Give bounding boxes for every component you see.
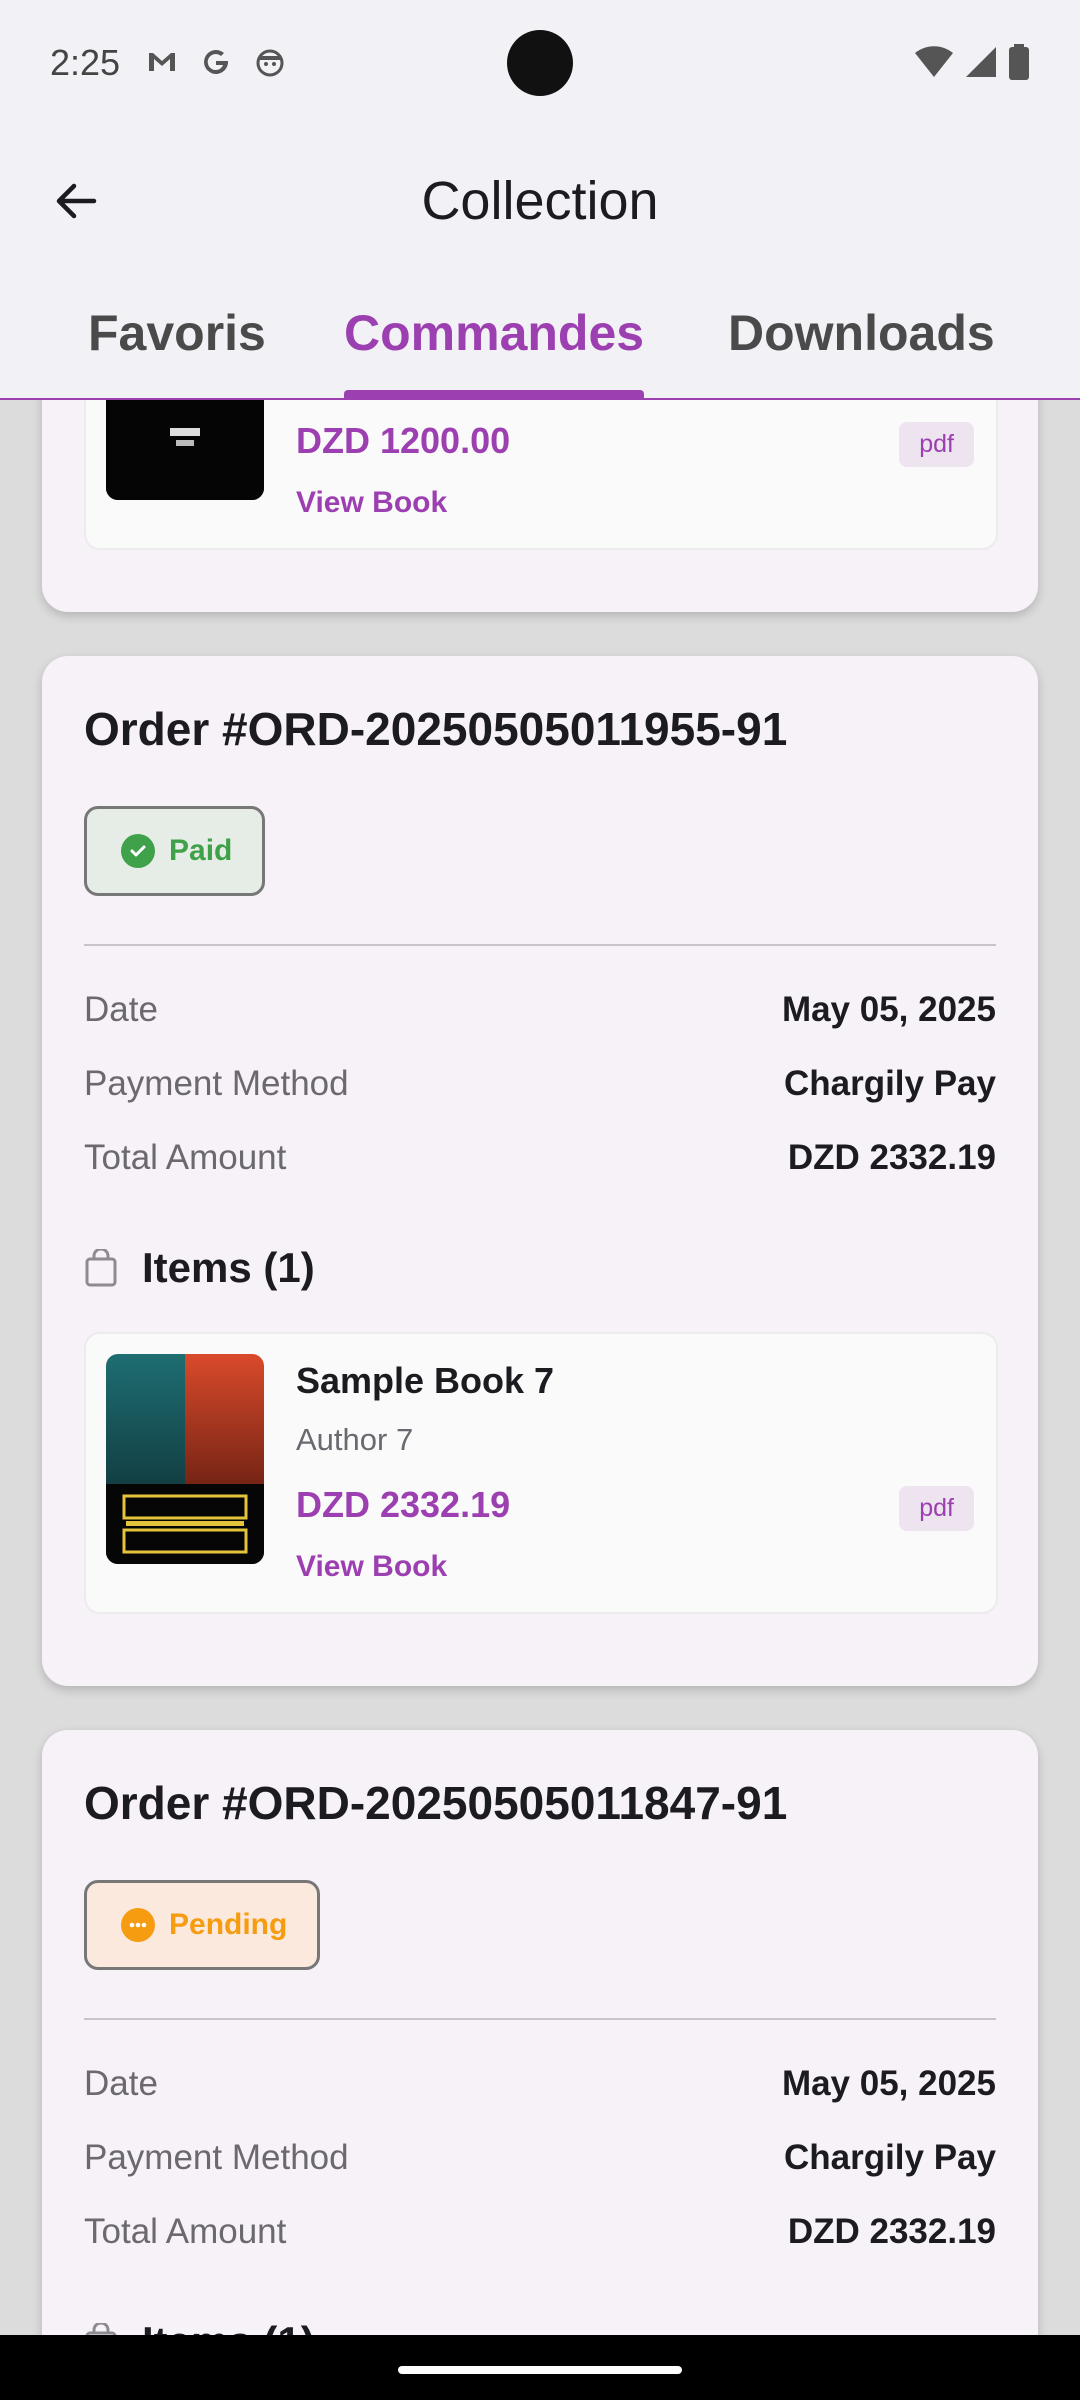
total-amount-value: DZD 2332.19	[787, 1138, 996, 1177]
order-card: Order #ORD-20250505011955-91 Paid Date M…	[42, 656, 1038, 1686]
book-cover-image	[106, 400, 264, 500]
google-icon	[204, 49, 228, 74]
payment-method-label: Payment Method	[84, 2138, 349, 2177]
status-badge: Pending	[84, 1880, 321, 1970]
order-card: Order #ORD-20250505011847-91 Pending Dat…	[42, 1730, 1038, 2335]
status-label: Paid	[169, 834, 233, 867]
signal-icon	[966, 47, 996, 77]
date-value: May 05, 2025	[781, 990, 996, 1029]
divider	[84, 2018, 996, 2020]
gmail-icon	[149, 53, 175, 71]
items-header: Items (1)	[84, 2318, 315, 2335]
divider	[84, 944, 996, 946]
tab-favoris[interactable]: Favoris	[88, 304, 266, 362]
payment-method-label: Payment Method	[84, 1064, 349, 1103]
view-book-link[interactable]: View Book	[296, 486, 447, 520]
shopping-bag-icon	[85, 1249, 117, 1287]
date-value: May 05, 2025	[781, 2064, 996, 2103]
order-card: DZD 1200.00 View Book pdf	[42, 400, 1038, 612]
page-title: Collection	[421, 171, 659, 231]
view-book-link[interactable]: View Book	[296, 1550, 447, 1584]
tab-commandes[interactable]: Commandes	[344, 304, 644, 362]
book-title: Sample Book 7	[296, 1360, 555, 1401]
book-author: Author 7	[296, 1422, 414, 1457]
system-icons	[914, 44, 1030, 80]
order-title: Order #ORD-20250505011847-91	[84, 1777, 788, 1829]
tab-indicator	[344, 390, 644, 398]
orders-list[interactable]: DZD 1200.00 View Book pdf Order #ORD-202…	[0, 400, 1080, 2335]
items-header: Items (1)	[84, 1244, 315, 1292]
total-amount-value: DZD 2332.19	[787, 2212, 996, 2251]
book-cover-image	[106, 1354, 264, 1564]
status-bar: 2:25	[0, 0, 1080, 130]
status-time: 2:25	[50, 42, 121, 83]
app-bar: Collection	[0, 130, 1080, 270]
total-amount-label: Total Amount	[84, 2212, 287, 2251]
date-label: Date	[84, 2064, 158, 2103]
android-face-icon	[256, 49, 284, 77]
payment-method-value: Chargily Pay	[783, 2138, 996, 2177]
order-title: Order #ORD-20250505011955-91	[84, 703, 788, 755]
book-price: DZD 2332.19	[296, 1484, 511, 1525]
book-cover[interactable]	[106, 400, 264, 500]
book-cover[interactable]	[106, 1354, 264, 1564]
tab-bar: Favoris Commandes Downloads	[0, 270, 1080, 400]
order-item[interactable]: DZD 1200.00 View Book pdf	[84, 400, 998, 550]
tab-downloads[interactable]: Downloads	[728, 304, 995, 362]
payment-method-value: Chargily Pay	[783, 1064, 996, 1103]
total-amount-label: Total Amount	[84, 1138, 287, 1177]
home-gesture-handle[interactable]	[398, 2366, 682, 2374]
camera-cutout	[507, 30, 573, 96]
status-label: Pending	[169, 1908, 288, 1941]
shopping-bag-icon	[85, 2323, 117, 2335]
items-count-label: Items (1)	[142, 2318, 315, 2335]
notification-icons	[146, 46, 286, 78]
format-badge: pdf	[899, 422, 974, 467]
format-badge: pdf	[899, 1486, 974, 1531]
book-price: DZD 1200.00	[296, 420, 511, 461]
date-label: Date	[84, 990, 158, 1029]
order-item[interactable]: Sample Book 7 Author 7 DZD 2332.19 View …	[84, 1332, 998, 1614]
items-count-label: Items (1)	[142, 1244, 315, 1291]
check-circle-icon	[121, 834, 155, 868]
battery-icon	[1009, 44, 1029, 80]
wifi-icon	[915, 46, 953, 77]
more-horiz-circle-icon	[121, 1908, 155, 1942]
status-badge: Paid	[84, 806, 266, 896]
